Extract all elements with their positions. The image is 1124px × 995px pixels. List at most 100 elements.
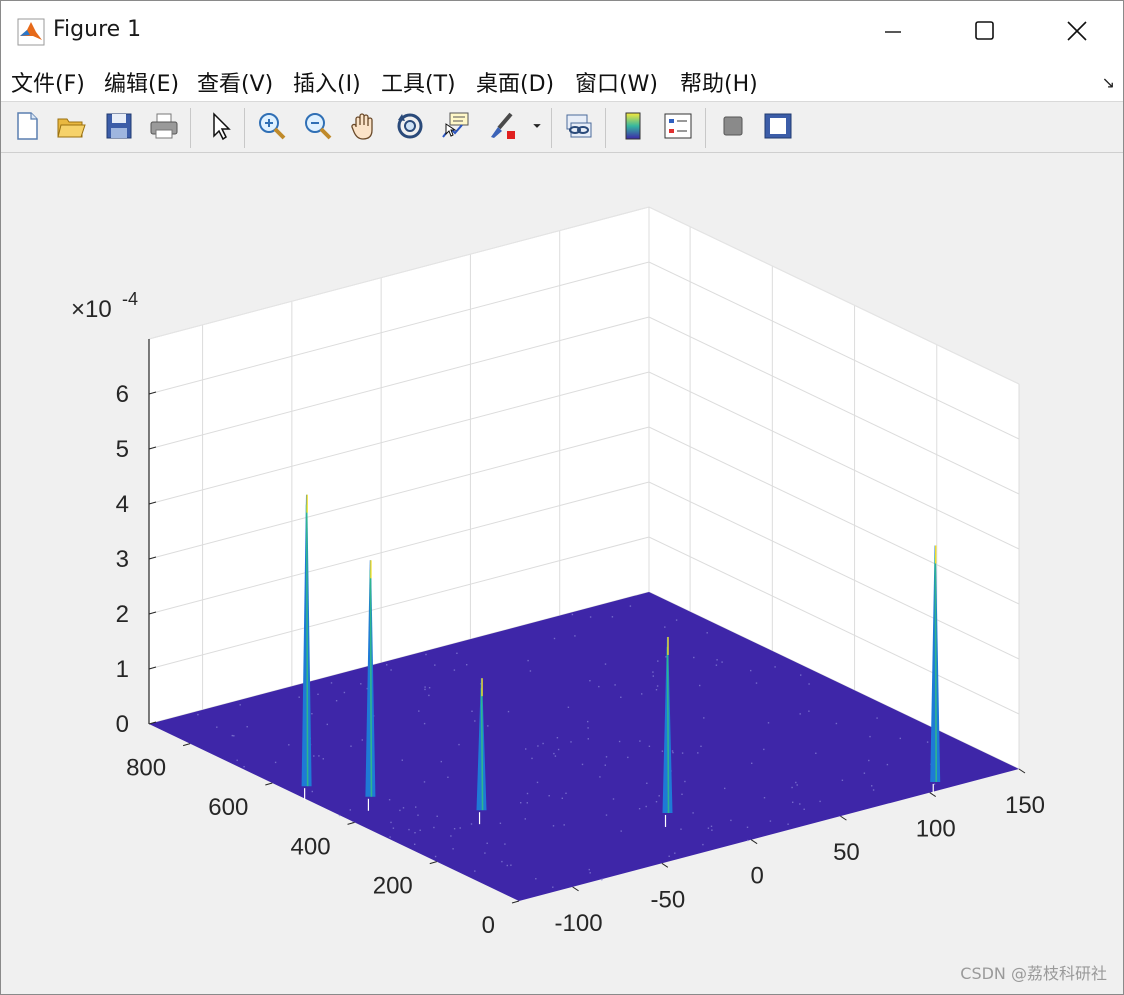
show-plot-tools-button[interactable]	[760, 108, 796, 144]
surface-speckle	[536, 781, 539, 784]
surface-speckle	[693, 656, 695, 659]
surface-peak-highlight	[934, 555, 938, 782]
surface-speckle	[535, 878, 537, 880]
menu-window[interactable]: 窗口(W)	[575, 66, 658, 98]
surface-speckle	[458, 743, 460, 746]
surface-speckle	[388, 799, 391, 801]
minimize-button[interactable]	[847, 1, 939, 61]
data-cursor-button[interactable]	[438, 108, 474, 144]
surface-speckle	[803, 808, 805, 810]
surface-speckle	[589, 680, 591, 682]
surface-speckle	[556, 737, 559, 739]
y-tick-label: 600	[208, 794, 248, 821]
x-tick-mark	[840, 815, 847, 821]
surface-speckle	[298, 696, 300, 698]
maximize-button[interactable]	[939, 1, 1031, 61]
z-tick-label: 0	[116, 711, 129, 738]
surface-speckle	[627, 756, 629, 759]
close-button[interactable]	[1031, 1, 1123, 61]
link-plot-button[interactable]	[561, 108, 597, 144]
menu-edit[interactable]: 编辑(E)	[104, 66, 179, 98]
zoom-out-icon	[305, 113, 332, 140]
surface-speckle	[554, 755, 557, 757]
surface-speckle	[563, 824, 565, 826]
menu-insert[interactable]: 插入(I)	[293, 66, 361, 98]
surface-speckle	[414, 843, 416, 845]
surface-speckle	[428, 694, 430, 697]
z-exponent-power: -4	[122, 289, 138, 309]
x-tick-label: 0	[750, 863, 763, 890]
surface-speckle	[313, 755, 315, 757]
surface-speckle	[360, 683, 362, 685]
surface-speckle	[343, 691, 346, 694]
z-tick-label: 3	[116, 546, 129, 573]
menu-desktop[interactable]: 桌面(D)	[476, 66, 554, 98]
surface-speckle	[869, 735, 871, 738]
rotate-3d-button[interactable]	[392, 108, 428, 144]
surface-speckle	[750, 669, 752, 672]
menu-file[interactable]: 文件(F)	[11, 66, 85, 98]
y-tick-mark	[429, 861, 437, 865]
menu-bar: 文件(F) 编辑(E) 查看(V) 插入(I) 工具(T) 桌面(D) 窗口(W…	[1, 61, 1123, 102]
surface-speckle	[565, 792, 567, 794]
surface-speckle	[629, 605, 632, 607]
legend-button[interactable]	[660, 108, 696, 144]
surface-speckle	[611, 616, 614, 618]
pan-button[interactable]	[346, 108, 382, 144]
link-plot-icon	[566, 114, 592, 138]
surface-speckle	[487, 725, 489, 727]
surface-speckle	[440, 760, 442, 763]
surface-speckle	[417, 814, 419, 816]
menu-help[interactable]: 帮助(H)	[680, 66, 758, 98]
surface-speckle	[605, 814, 608, 816]
surface-speckle	[769, 820, 772, 822]
surface-speckle	[614, 684, 616, 686]
x-tick-mark	[572, 886, 579, 892]
surface-speckle	[730, 819, 732, 822]
legend-icon	[664, 113, 692, 139]
surface-speckle	[645, 805, 647, 808]
menu-tools[interactable]: 工具(T)	[381, 66, 456, 98]
surface-speckle	[414, 832, 416, 834]
surface-speckle	[774, 666, 776, 668]
surface-speckle	[520, 802, 522, 804]
surface-speckle	[639, 740, 641, 742]
surface-speckle	[433, 826, 435, 829]
brush-dropdown-button[interactable]	[527, 108, 547, 144]
surface-speckle	[548, 795, 550, 797]
pointer-button[interactable]	[202, 108, 238, 144]
surface-speckle	[601, 878, 603, 880]
surface-plot[interactable]: 0 1 2 3 4 5 6 0 200 400 600 800 -100 -50 0 50 100 150 ×10-…	[1, 153, 1123, 994]
surface-speckle	[197, 713, 199, 716]
y-tick-mark	[265, 782, 273, 786]
surface-speckle	[361, 739, 363, 741]
surface-speckle	[425, 653, 427, 656]
surface-speckle	[656, 685, 659, 687]
surface-speckle	[526, 802, 528, 804]
surface-speckle	[389, 836, 391, 838]
surface-speckle	[796, 784, 798, 786]
surface-speckle	[386, 664, 388, 666]
figure-canvas[interactable]: 0 1 2 3 4 5 6 0 200 400 600 800 -100 -50 0 50 100 150 ×10-…	[1, 153, 1123, 994]
surface-speckle	[702, 843, 704, 846]
new-figure-button[interactable]	[9, 108, 45, 144]
surface-speckle	[587, 727, 589, 729]
surface-speckle	[668, 855, 670, 857]
zoom-out-button[interactable]	[300, 108, 336, 144]
brush-button[interactable]	[485, 108, 521, 144]
save-button[interactable]	[101, 108, 137, 144]
print-button[interactable]	[146, 108, 182, 144]
colorbar-button[interactable]	[615, 108, 651, 144]
surface-speckle	[763, 797, 766, 799]
open-file-button[interactable]	[53, 108, 89, 144]
zoom-in-button[interactable]	[254, 108, 290, 144]
surface-speckle	[318, 755, 320, 757]
hide-plot-tools-button[interactable]	[715, 108, 751, 144]
surface-speckle	[570, 741, 572, 743]
hide-plot-tools-icon	[723, 116, 743, 136]
surface-speckle	[684, 780, 686, 783]
surface-speckle	[872, 789, 875, 791]
y-tick-label: 800	[126, 755, 166, 782]
menu-view[interactable]: 查看(V)	[197, 66, 273, 98]
menubar-dock-arrow-icon[interactable]: ↘	[1102, 73, 1115, 92]
